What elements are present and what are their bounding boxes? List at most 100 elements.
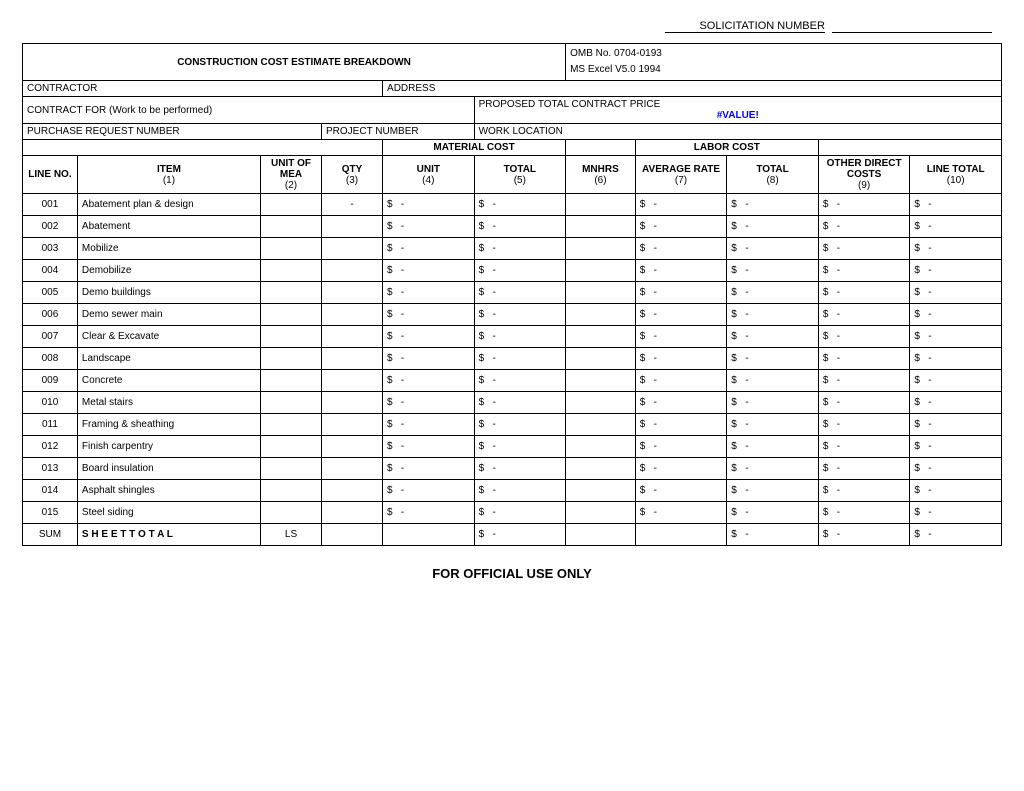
work-location-label: WORK LOCATION xyxy=(474,124,1001,140)
table-row: 006Demo sewer main$ -$ -$ -$ -$ -$ - xyxy=(23,304,1002,326)
row-unit-mea xyxy=(261,414,322,436)
row-qty: - xyxy=(322,194,383,216)
proposed-label: PROPOSED TOTAL CONTRACT PRICE xyxy=(479,99,661,110)
header-row: CONSTRUCTION COST ESTIMATE BREAKDOWN OMB… xyxy=(23,44,1002,81)
proposed-value: #VALUE! xyxy=(479,110,997,121)
col-header-row1: LINE NO. ITEM (1) UNIT OF MEA (2) QTY (3… xyxy=(23,156,1002,194)
sum-mat-unit xyxy=(383,524,475,546)
omb-info: OMB No. 0704-0193 MS Excel V5.0 1994 xyxy=(566,44,1002,81)
row-unit-mea xyxy=(261,326,322,348)
contractor-label: CONTRACTOR xyxy=(23,81,383,97)
row-line-no: 003 xyxy=(23,238,78,260)
col-unit-mea: UNIT OF MEA (2) xyxy=(261,156,322,194)
row-item: Landscape xyxy=(77,348,260,370)
col-total-mat: TOTAL (5) xyxy=(474,156,566,194)
sum-other: $ - xyxy=(818,524,910,546)
row-unit-mea xyxy=(261,370,322,392)
solicitation-number-field xyxy=(832,20,992,33)
row-item: Abatement xyxy=(77,216,260,238)
row-mnhrs xyxy=(566,260,636,282)
row-unit-mea xyxy=(261,216,322,238)
row-qty xyxy=(322,414,383,436)
row-qty xyxy=(322,348,383,370)
row-item: Framing & sheathing xyxy=(77,414,260,436)
row-unit-mea xyxy=(261,282,322,304)
row-mnhrs xyxy=(566,370,636,392)
row-mnhrs xyxy=(566,392,636,414)
table-row: 005Demo buildings$ -$ -$ -$ -$ -$ - xyxy=(23,282,1002,304)
col-qty: QTY (3) xyxy=(322,156,383,194)
col-unit-mat: UNIT (4) xyxy=(383,156,475,194)
table-row: 010Metal stairs$ -$ -$ -$ -$ -$ - xyxy=(23,392,1002,414)
table-row: 008Landscape$ -$ -$ -$ -$ -$ - xyxy=(23,348,1002,370)
row-item: Demo sewer main xyxy=(77,304,260,326)
row-item: Concrete xyxy=(77,370,260,392)
col-mnhrs: MNHRS (6) xyxy=(566,156,636,194)
row-qty xyxy=(322,480,383,502)
row-line-no: 006 xyxy=(23,304,78,326)
row-item: Clear & Excavate xyxy=(77,326,260,348)
solicitation-line: SOLICITATION NUMBER xyxy=(22,20,1002,33)
row-qty xyxy=(322,216,383,238)
table-row: 014Asphalt shingles$ -$ -$ -$ -$ -$ - xyxy=(23,480,1002,502)
row-line-no: 002 xyxy=(23,216,78,238)
table-row: 011Framing & sheathing$ -$ -$ -$ -$ -$ - xyxy=(23,414,1002,436)
row-mnhrs xyxy=(566,282,636,304)
table-row: 009Concrete$ -$ -$ -$ -$ -$ - xyxy=(23,370,1002,392)
row-qty xyxy=(322,458,383,480)
row-mnhrs xyxy=(566,502,636,524)
sum-item: S H E E T T O T A L xyxy=(77,524,260,546)
solicitation-label: SOLICITATION NUMBER xyxy=(665,20,825,33)
col-line-total: LINE TOTAL (10) xyxy=(910,156,1002,194)
row-unit-mea xyxy=(261,304,322,326)
row-mnhrs xyxy=(566,216,636,238)
table-row: 013Board insulation$ -$ -$ -$ -$ -$ - xyxy=(23,458,1002,480)
row-qty xyxy=(322,260,383,282)
row-unit-mea xyxy=(261,260,322,282)
table-row: 007Clear & Excavate$ -$ -$ -$ -$ -$ - xyxy=(23,326,1002,348)
sum-qty xyxy=(322,524,383,546)
row-item: Asphalt shingles xyxy=(77,480,260,502)
contractor-row: CONTRACTOR ADDRESS xyxy=(23,81,1002,97)
project-number-label: PROJECT NUMBER xyxy=(322,124,475,140)
row-item: Abatement plan & design xyxy=(77,194,260,216)
row-line-no: 014 xyxy=(23,480,78,502)
sum-unit: LS xyxy=(261,524,322,546)
table-row: 003Mobilize$ -$ -$ -$ -$ -$ - xyxy=(23,238,1002,260)
row-unit-mea xyxy=(261,194,322,216)
row-item: Finish carpentry xyxy=(77,436,260,458)
col-total-lab: TOTAL (8) xyxy=(727,156,819,194)
contract-for-label: CONTRACT FOR (Work to be performed) xyxy=(23,97,475,124)
row-line-no: 005 xyxy=(23,282,78,304)
row-line-no: 010 xyxy=(23,392,78,414)
row-mnhrs xyxy=(566,436,636,458)
table-row: 012Finish carpentry$ -$ -$ -$ -$ -$ - xyxy=(23,436,1002,458)
row-qty xyxy=(322,502,383,524)
sum-line-total: $ - xyxy=(910,524,1002,546)
table-row: 002Abatement$ -$ -$ -$ -$ -$ - xyxy=(23,216,1002,238)
row-item: Demo buildings xyxy=(77,282,260,304)
sum-mat-total: $ - xyxy=(474,524,566,546)
table-row: 004Demobilize$ -$ -$ -$ -$ -$ - xyxy=(23,260,1002,282)
row-line-no: 004 xyxy=(23,260,78,282)
row-mnhrs xyxy=(566,238,636,260)
row-line-no: 013 xyxy=(23,458,78,480)
row-unit-mea xyxy=(261,392,322,414)
proposed-section: PROPOSED TOTAL CONTRACT PRICE #VALUE! xyxy=(474,97,1001,124)
row-qty xyxy=(322,326,383,348)
labor-cost-header: LABOR COST xyxy=(635,140,818,156)
sum-avg-rate xyxy=(635,524,727,546)
sum-line: SUM xyxy=(23,524,78,546)
col-avg-rate: AVERAGE RATE (7) xyxy=(635,156,727,194)
row-mnhrs xyxy=(566,326,636,348)
contract-row: CONTRACT FOR (Work to be performed) PROP… xyxy=(23,97,1002,124)
col-line-no: LINE NO. xyxy=(23,156,78,194)
form-title: CONSTRUCTION COST ESTIMATE BREAKDOWN xyxy=(23,44,566,81)
purchase-row: PURCHASE REQUEST NUMBER PROJECT NUMBER W… xyxy=(23,124,1002,140)
row-line-no: 007 xyxy=(23,326,78,348)
row-line-no: 015 xyxy=(23,502,78,524)
col-item: ITEM (1) xyxy=(77,156,260,194)
row-item: Board insulation xyxy=(77,458,260,480)
row-item: Steel siding xyxy=(77,502,260,524)
row-mnhrs xyxy=(566,458,636,480)
